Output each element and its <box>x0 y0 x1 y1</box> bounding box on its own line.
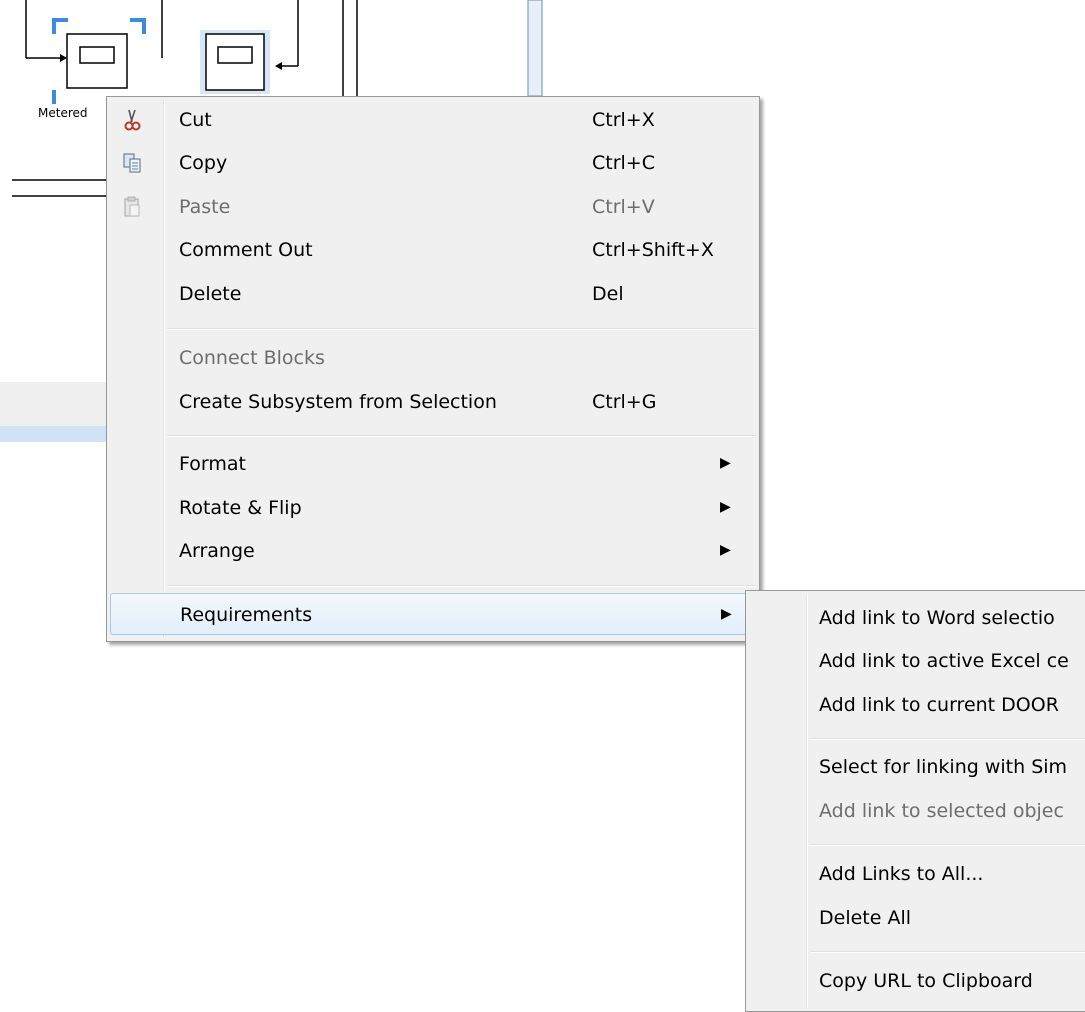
menu-item-paste[interactable]: Paste Ctrl+V <box>110 186 756 228</box>
menu-item-requirements[interactable]: Requirements ▶ <box>110 593 756 635</box>
scissors-icon <box>119 107 145 133</box>
menu-item-delete[interactable]: Delete Del <box>110 273 756 315</box>
block-label: Metered <box>38 106 88 120</box>
submenu-arrow-icon: ▶ <box>720 542 731 558</box>
menu-separator <box>167 585 756 587</box>
menu-item-format[interactable]: Format ▶ <box>110 443 756 485</box>
menu-separator <box>167 328 756 330</box>
menu-separator <box>167 435 756 437</box>
submenu-item-selected-object-link[interactable]: Add link to selected objec <box>749 790 1085 832</box>
submenu-item-word-link[interactable]: Add link to Word selectio <box>749 597 1085 639</box>
menu-item-arrange[interactable]: Arrange ▶ <box>110 530 756 572</box>
menu-separator <box>810 844 1085 846</box>
submenu-arrow-icon: ▶ <box>720 499 731 515</box>
menu-item-create-subsystem[interactable]: Create Subsystem from Selection Ctrl+G <box>110 381 756 423</box>
context-menu: Cut Ctrl+X Copy Ctrl+C Paste Ctrl+V Comm… <box>106 96 760 642</box>
submenu-arrow-icon: ▶ <box>720 455 731 471</box>
menu-item-comment-out[interactable]: Comment Out Ctrl+Shift+X <box>110 229 756 271</box>
submenu-arrow-icon: ▶ <box>721 606 732 622</box>
submenu-item-select-for-linking[interactable]: Select for linking with Sim <box>749 746 1085 788</box>
menu-item-rotate-flip[interactable]: Rotate & Flip ▶ <box>110 487 756 529</box>
submenu-item-copy-url[interactable]: Copy URL to Clipboard <box>749 960 1085 1002</box>
menu-item-cut[interactable]: Cut Ctrl+X <box>110 99 756 141</box>
requirements-submenu: Add link to Word selectio Add link to ac… <box>745 590 1085 1012</box>
submenu-item-add-links-all[interactable]: Add Links to All... <box>749 853 1085 895</box>
menu-item-connect-blocks[interactable]: Connect Blocks <box>110 337 756 379</box>
copy-icon <box>119 150 145 176</box>
submenu-item-doors-link[interactable]: Add link to current DOOR <box>749 684 1085 726</box>
menu-item-copy[interactable]: Copy Ctrl+C <box>110 142 756 184</box>
menu-separator <box>810 738 1085 740</box>
menu-separator <box>810 951 1085 953</box>
paste-icon <box>119 194 145 220</box>
block[interactable] <box>200 30 270 94</box>
selected-block[interactable] <box>52 18 146 104</box>
submenu-item-delete-all[interactable]: Delete All <box>749 897 1085 939</box>
submenu-item-excel-link[interactable]: Add link to active Excel ce <box>749 640 1085 682</box>
